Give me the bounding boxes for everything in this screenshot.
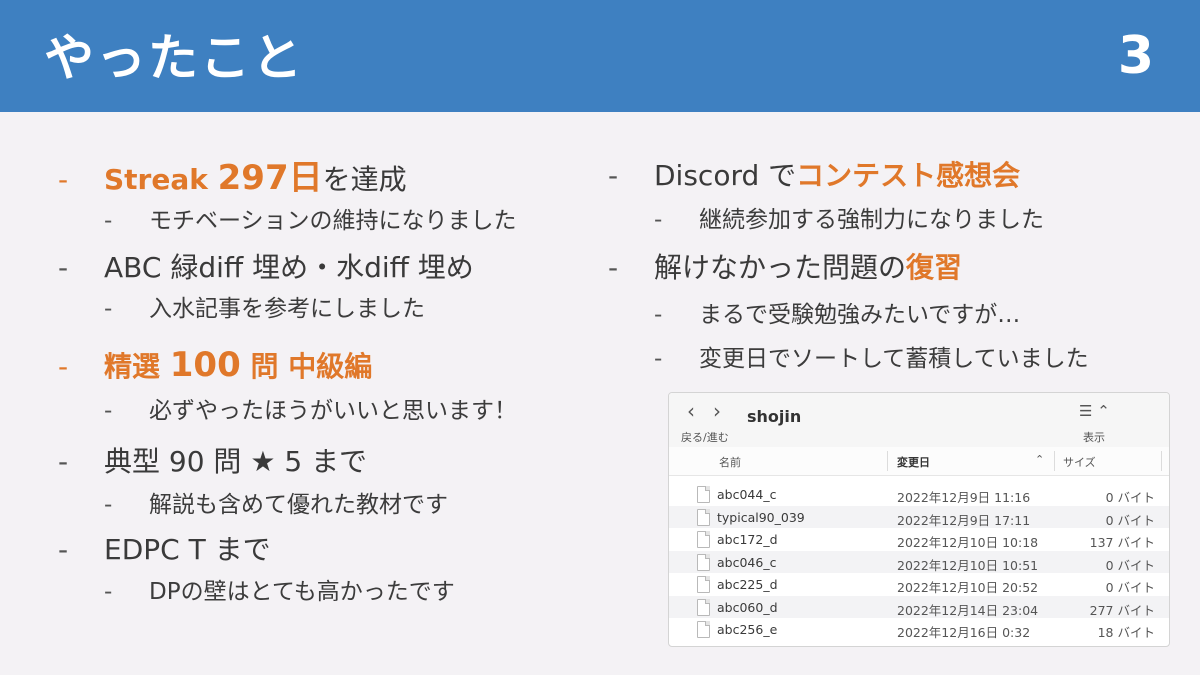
bullet-text: 典型 90 問 ★ 5 まで (104, 445, 368, 478)
sub-bullet-text: まるで受験勉強みたいですが… (699, 302, 1021, 328)
file-name: abc046_c (717, 554, 777, 570)
file-row[interactable]: abc044_c 2022年12月9日 11:16 0 バイト (669, 483, 1169, 506)
file-name: abc172_d (717, 532, 778, 547)
file-list: abc044_c 2022年12月9日 11:16 0 バイト typical9… (669, 483, 1169, 641)
bullet-edpc: - EDPC T まで (58, 533, 271, 566)
column-date[interactable]: 変更日 (897, 454, 930, 470)
file-date: 2022年12月16日 0:32 (897, 625, 1031, 640)
bullet-text: コンテスト感想会 (796, 159, 1021, 192)
file-date: 2022年12月10日 10:51 (897, 557, 1039, 573)
column-name[interactable]: 名前 (719, 454, 741, 470)
file-name: abc225_d (717, 577, 778, 592)
sub-bullet: - 変更日でソートして蓄積していました (654, 346, 1089, 372)
finder-window: ‹ › shojin 戻る/進む ☰ ⌃ 表示 名前 変更日 ⌃ サイズ abc… (668, 392, 1170, 647)
file-name: abc060_d (717, 599, 778, 615)
nav-label: 戻る/進む (681, 431, 729, 444)
bullet-streak: - Streak 297日を達成 (58, 158, 407, 200)
sub-bullet-text: DPの壁はとても高かったです (149, 579, 455, 605)
file-date: 2022年12月9日 11:16 (897, 490, 1031, 505)
bullet-text: 解けなかった問題の (654, 251, 907, 284)
file-size: 277 バイト (1089, 602, 1155, 618)
file-size: 18 バイト (1097, 625, 1155, 640)
sort-ascending-icon: ⌃ (1035, 453, 1045, 466)
bullet-text: Discord で (654, 159, 797, 192)
sub-bullet: - 入水記事を参考にしました (104, 296, 425, 322)
document-icon (697, 486, 710, 503)
sub-bullet: - まるで受験勉強みたいですが… (654, 302, 1021, 328)
file-row[interactable]: abc172_d 2022年12月10日 10:18 137 バイト (669, 528, 1169, 551)
sub-bullet-text: 必ずやったほうがいいと思います！ (149, 398, 517, 424)
document-icon (697, 621, 710, 638)
sub-bullet: - 継続参加する強制力になりました (654, 207, 1044, 233)
slide-title: やったこと (44, 29, 304, 87)
column-divider (1054, 451, 1055, 471)
bullet-abc: - ABC 緑diff 埋め・水diff 埋め (58, 251, 474, 284)
file-row[interactable]: typical90_039 2022年12月9日 17:11 0 バイト (669, 505, 1169, 528)
bullet-text: 100 (169, 345, 241, 385)
bullet-text: ABC 緑diff 埋め・水diff 埋め (104, 251, 474, 284)
file-name: abc044_c (717, 487, 777, 502)
bullet-review: - 解けなかった問題の復習 (608, 251, 963, 284)
bullet-text: 復習 (906, 251, 963, 284)
list-view-icon[interactable]: ☰ ⌃ (1079, 402, 1110, 420)
bullet-seisen: - 精選 100 問 中級編 (58, 345, 373, 385)
bullet-text: 問 中級編 (240, 350, 373, 383)
slide-header: やったこと 3 (0, 0, 1200, 112)
column-divider (887, 451, 888, 471)
sub-bullet-text: 入水記事を参考にしました (149, 296, 425, 322)
file-size: 0 バイト (1105, 580, 1155, 595)
file-name: abc256_e (717, 622, 778, 637)
bullet-text: を達成 (322, 163, 407, 196)
file-date: 2022年12月14日 23:04 (897, 602, 1039, 618)
file-date: 2022年12月10日 10:18 (897, 535, 1039, 550)
document-icon (697, 531, 710, 548)
folder-name: shojin (747, 407, 802, 426)
column-header-row: 名前 変更日 ⌃ サイズ (669, 447, 1169, 476)
finder-toolbar: ‹ › shojin 戻る/進む ☰ ⌃ 表示 (669, 393, 1169, 448)
file-size: 137 バイト (1089, 535, 1155, 550)
file-row[interactable]: abc225_d 2022年12月10日 20:52 0 バイト (669, 573, 1169, 596)
sub-bullet-text: 変更日でソートして蓄積していました (699, 346, 1089, 372)
file-date: 2022年12月10日 20:52 (897, 580, 1039, 595)
file-date: 2022年12月9日 17:11 (897, 512, 1031, 528)
file-size: 0 バイト (1105, 557, 1155, 573)
view-label: 表示 (1083, 431, 1105, 444)
column-divider (1161, 451, 1162, 471)
file-size: 0 バイト (1105, 512, 1155, 528)
sub-bullet: - 必ずやったほうがいいと思います！ (104, 398, 517, 424)
bullet-text: 297日 (217, 158, 323, 198)
file-row[interactable]: abc060_d 2022年12月14日 23:04 277 バイト (669, 595, 1169, 618)
bullet-text: Streak (104, 163, 218, 196)
sub-bullet: - DPの壁はとても高かったです (104, 579, 455, 605)
page-number: 3 (1117, 26, 1154, 86)
file-row[interactable]: abc256_e 2022年12月16日 0:32 18 バイト (669, 618, 1169, 641)
bullet-typical: - 典型 90 問 ★ 5 まで (58, 445, 368, 478)
sub-bullet-text: モチベーションの維持になりました (149, 208, 517, 234)
bullet-discord: - Discord でコンテスト感想会 (608, 159, 1021, 192)
sub-bullet-text: 解説も含めて優れた教材です (149, 492, 448, 518)
document-icon (697, 576, 710, 593)
column-size[interactable]: サイズ (1063, 454, 1096, 470)
sub-bullet: - モチベーションの維持になりました (104, 208, 517, 234)
document-icon (697, 508, 710, 526)
file-size: 0 バイト (1105, 490, 1155, 505)
file-name: typical90_039 (717, 509, 805, 525)
bullet-text: 精選 (104, 350, 170, 383)
document-icon (697, 598, 710, 616)
chevron-left-icon[interactable]: ‹ (687, 399, 695, 423)
sub-bullet: - 解説も含めて優れた教材です (104, 492, 448, 518)
bullet-dash: - (58, 163, 69, 196)
chevron-right-icon[interactable]: › (713, 399, 721, 423)
file-row[interactable]: abc046_c 2022年12月10日 10:51 0 バイト (669, 550, 1169, 573)
bullet-text: EDPC T まで (104, 533, 271, 566)
sub-bullet-text: 継続参加する強制力になりました (699, 207, 1044, 233)
document-icon (697, 553, 710, 571)
